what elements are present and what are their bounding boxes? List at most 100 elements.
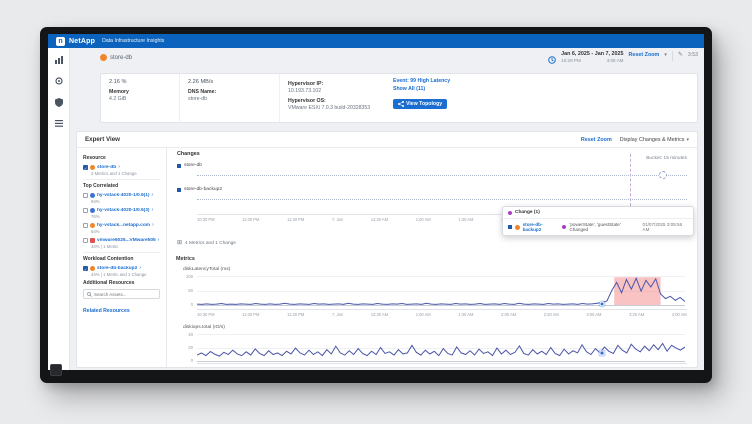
end-time: 4:06 AM xyxy=(607,58,624,63)
changes-legend-store-db-backup2: store-db-backup2 xyxy=(177,187,222,192)
top-correlated-label: Top Correlated xyxy=(83,183,160,189)
summary-col-hypervisor: Hypervisor IP: 10.193.73.102 Hypervisor … xyxy=(279,74,385,122)
search-icon xyxy=(87,292,92,297)
x-axis-tick: 10:30 PM xyxy=(197,366,215,367)
search-assets-input[interactable] xyxy=(94,292,154,297)
change-resource-link[interactable]: store-db-backup2 xyxy=(523,222,560,232)
time-range-control[interactable]: Jan 6, 2025 - Jan 7, 2025 10:29 PM 4:06 … xyxy=(548,51,698,69)
expert-view-header: Expert View Reset Zoom Display Changes &… xyxy=(77,132,697,148)
legend-swatch xyxy=(177,188,181,192)
resource-checkbox[interactable]: ✓ xyxy=(83,165,88,170)
edit-pencil-icon[interactable]: ✎ xyxy=(678,51,683,59)
resource-link[interactable]: store-db xyxy=(97,165,116,170)
correlated-item: hy-vstack-4020-1/0.5(1) › xyxy=(83,192,160,198)
menu-icon[interactable] xyxy=(55,120,63,127)
x-axis-tick: 4:00 AM xyxy=(672,366,687,367)
x-axis-tick: 4:00 AM xyxy=(672,312,687,317)
expert-view-body: Resource ✓ store-db › 3 Metrics and 1 Ch… xyxy=(77,148,697,367)
change-description: 'powerState', 'guestState' Changed xyxy=(569,222,637,232)
asset-title: store-db xyxy=(100,54,132,61)
reset-zoom-link[interactable]: Reset Zoom xyxy=(628,52,659,58)
pending-change-marker[interactable] xyxy=(659,171,667,179)
related-resources-button[interactable]: Related Resources xyxy=(83,308,130,314)
workload-link[interactable]: store-db-backup2 xyxy=(97,266,137,271)
selection-dashed-line xyxy=(630,154,631,211)
observability-icon[interactable] xyxy=(55,77,63,85)
change-timestamp: 01/07/2025 3:05:56 AM xyxy=(643,222,688,232)
correlated-checkbox[interactable] xyxy=(83,208,88,213)
vm-icon xyxy=(90,266,95,271)
chart-title-disk-latency: diskLatencyTotal (ms) xyxy=(183,267,230,272)
product-name: Data Infrastructure Insights xyxy=(102,38,164,44)
workload-contention-label: Workload Contention xyxy=(83,256,160,262)
summary-col-dns: 2.26 MB/s DNS Name: store-db xyxy=(179,74,279,122)
correlated-link[interactable]: hy-vstack...netapp.com xyxy=(97,223,150,228)
chevron-right-icon: › xyxy=(158,237,160,243)
correlated-item: hy-vstack...netapp.com › xyxy=(83,222,160,228)
resource-section-label: Resource xyxy=(83,155,160,161)
chevron-down-icon: ▾ xyxy=(686,137,689,143)
chevron-down-icon[interactable]: ▾ xyxy=(664,52,667,58)
change-popover-title: Change (1) xyxy=(515,210,540,215)
view-topology-label: View Topology xyxy=(406,101,442,107)
chevron-right-icon: › xyxy=(152,207,154,213)
legend-swatch xyxy=(177,164,181,168)
cpu-value: 2.16 % xyxy=(109,79,171,85)
memory-value: 4.2 GiB xyxy=(109,96,171,102)
asset-summary-card: 2.16 % Memory 4.2 GiB 2.26 MB/s DNS Name… xyxy=(100,73,698,123)
page-header-row: store-db Jan 6, 2025 - Jan 7, 2025 10:29… xyxy=(100,51,698,71)
hidden-metrics-toggle[interactable]: ⊞ 4 Metrics and 1 Change xyxy=(177,240,236,246)
clock-icon[interactable] xyxy=(548,51,556,69)
change-dot-icon xyxy=(508,211,512,215)
chevron-right-icon: › xyxy=(118,164,120,170)
x-axis-tick: 11:00 PM xyxy=(242,217,259,222)
summary-col-cpu: 2.16 % Memory 4.2 GiB xyxy=(101,74,179,122)
correlated-link[interactable]: hy-vstack-4020-1/0.5(3) xyxy=(97,208,150,213)
x-axis-tick: 11:30 PM xyxy=(287,217,304,222)
x-axis-tick: 1:00 AM xyxy=(416,312,431,317)
expert-reset-zoom-link[interactable]: Reset Zoom xyxy=(581,137,612,143)
hypervisor-os-label: Hypervisor OS: xyxy=(288,98,377,104)
show-all-link[interactable]: Show All (11) xyxy=(393,86,473,92)
correlated-checkbox[interactable] xyxy=(83,238,88,243)
correlated-link[interactable]: hy-vstack-4020-1/0.5(1) xyxy=(97,193,150,198)
correlated-link[interactable]: vmware5025...VMware505 xyxy=(97,238,156,243)
x-axis-tick: 11:00 PM xyxy=(242,366,259,367)
change-popover: Change (1) store-db-backup2 'powerState'… xyxy=(502,206,694,236)
x-axis-tick: 12:30 AM xyxy=(371,366,388,367)
disk-latency-chart: 100 50 0 xyxy=(197,276,685,306)
y-axis-tick: 40 xyxy=(188,332,193,337)
vm-icon xyxy=(100,54,107,61)
changes-section-label: Changes xyxy=(177,151,200,157)
event-link[interactable]: Event: 99 High Latency xyxy=(393,78,473,84)
change-track-store-db xyxy=(197,175,687,176)
app-header: n NetApp Data Infrastructure Insights xyxy=(48,34,704,48)
bucket-info: Bucket: 15 minutes xyxy=(646,156,687,161)
legend-label: store-db xyxy=(184,163,202,168)
resource-subtext: 3 Metrics and 1 Change xyxy=(91,171,160,176)
dashboard-icon[interactable] xyxy=(55,56,63,64)
workload-checkbox[interactable]: ✓ xyxy=(83,266,88,271)
correlated-checkbox[interactable] xyxy=(83,193,88,198)
disk-latency-x-axis: 10:30 PM11:00 PM11:30 PM7. Jan12:30 AM1:… xyxy=(197,309,687,317)
security-shield-icon[interactable] xyxy=(55,98,63,107)
date-range-times: 10:29 PM 4:06 AM xyxy=(561,58,623,63)
chart-change-marker[interactable] xyxy=(599,350,604,355)
app-window: n NetApp Data Infrastructure Insights xyxy=(48,34,704,370)
view-topology-button[interactable]: View Topology xyxy=(393,99,447,109)
chevron-right-icon: › xyxy=(139,265,141,271)
chart-change-marker[interactable] xyxy=(599,302,604,307)
correlated-subtext: 94% xyxy=(91,199,160,204)
x-axis-tick: 12:30 AM xyxy=(371,312,388,317)
divider xyxy=(83,179,160,180)
throughput-value: 2.26 MB/s xyxy=(188,79,271,85)
change-dot-icon xyxy=(562,225,566,229)
chevron-right-icon: › xyxy=(152,222,154,228)
y-axis-tick: 100 xyxy=(186,274,193,279)
correlated-checkbox[interactable] xyxy=(83,223,88,228)
slide-number-badge xyxy=(50,364,62,376)
y-axis-tick: 0 xyxy=(191,302,193,307)
display-menu-dropdown[interactable]: Display Changes & Metrics ▾ xyxy=(620,136,689,143)
topology-share-icon xyxy=(398,101,404,107)
expert-left-panel: Resource ✓ store-db › 3 Metrics and 1 Ch… xyxy=(77,148,167,367)
